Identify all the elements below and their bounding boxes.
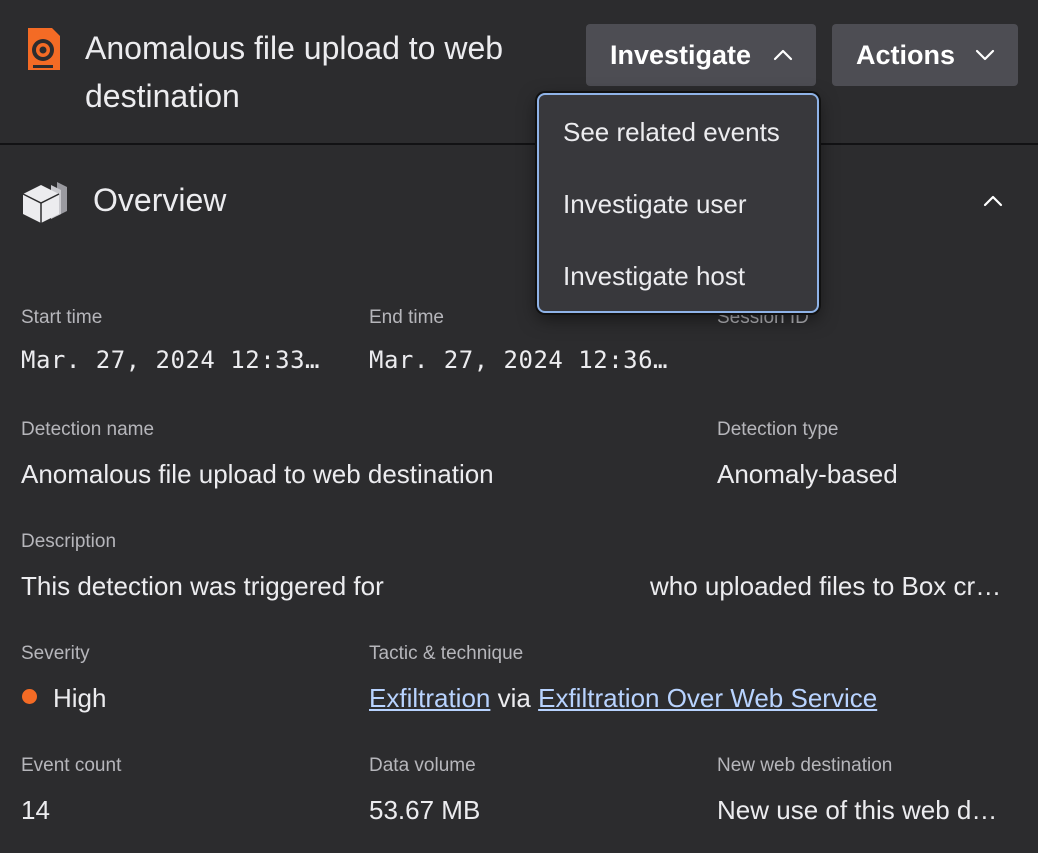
- investigate-button[interactable]: Investigate: [586, 24, 816, 86]
- technique-link[interactable]: Exfiltration Over Web Service: [538, 683, 877, 713]
- detection-title: Anomalous file upload to web destination: [85, 30, 504, 114]
- description-value-start: This detection was triggered for: [21, 571, 384, 601]
- event-count-value: 14: [21, 795, 50, 825]
- actions-button-label: Actions: [856, 39, 956, 70]
- tactic-technique-label: Tactic & technique: [369, 643, 524, 664]
- end-time-value: Mar. 27, 2024 12:36…: [369, 346, 668, 374]
- description-label: Description: [21, 531, 117, 552]
- chevron-up-icon: [773, 49, 793, 61]
- investigate-menu: See related events Investigate user Inve…: [537, 93, 819, 313]
- menu-item-investigate-user[interactable]: Investigate user: [563, 189, 747, 220]
- new-web-destination-label: New web destination: [717, 755, 893, 776]
- end-time-label: End time: [369, 307, 444, 328]
- data-volume-label: Data volume: [369, 755, 476, 776]
- investigate-button-label: Investigate: [610, 39, 752, 70]
- start-time-label: Start time: [21, 307, 103, 328]
- data-volume-value: 53.67 MB: [369, 795, 481, 825]
- overview-title: Overview: [93, 182, 227, 218]
- detection-type-value: Anomaly-based: [717, 459, 898, 489]
- start-time-value: Mar. 27, 2024 12:33…: [21, 346, 320, 374]
- detection-name-label: Detection name: [21, 419, 155, 440]
- severity-value: High: [53, 683, 107, 713]
- tactic-joiner: via: [497, 683, 531, 713]
- severity-label: Severity: [21, 643, 90, 664]
- alert-eye-icon: [28, 28, 60, 70]
- cubes-icon: [22, 182, 67, 223]
- chevron-down-icon: [975, 49, 995, 61]
- detection-type-label: Detection type: [717, 419, 839, 440]
- collapse-chevron-up-icon[interactable]: [978, 186, 1008, 216]
- tactic-technique-value: Exfiltration via Exfiltration Over Web S…: [369, 683, 1009, 714]
- menu-item-see-related-events[interactable]: See related events: [563, 117, 780, 148]
- detection-header: Anomalous file upload to web destination…: [0, 0, 1038, 145]
- severity-dot: [22, 689, 37, 704]
- detection-name-value: Anomalous file upload to web destination: [21, 459, 494, 489]
- new-web-destination-value: New use of this web d…: [717, 795, 998, 825]
- menu-item-investigate-host[interactable]: Investigate host: [563, 261, 745, 292]
- event-count-label: Event count: [21, 755, 122, 776]
- actions-button[interactable]: Actions: [832, 24, 1018, 86]
- description-value-end: who uploaded files to Box cr…: [650, 571, 1002, 601]
- tactic-link[interactable]: Exfiltration: [369, 683, 490, 713]
